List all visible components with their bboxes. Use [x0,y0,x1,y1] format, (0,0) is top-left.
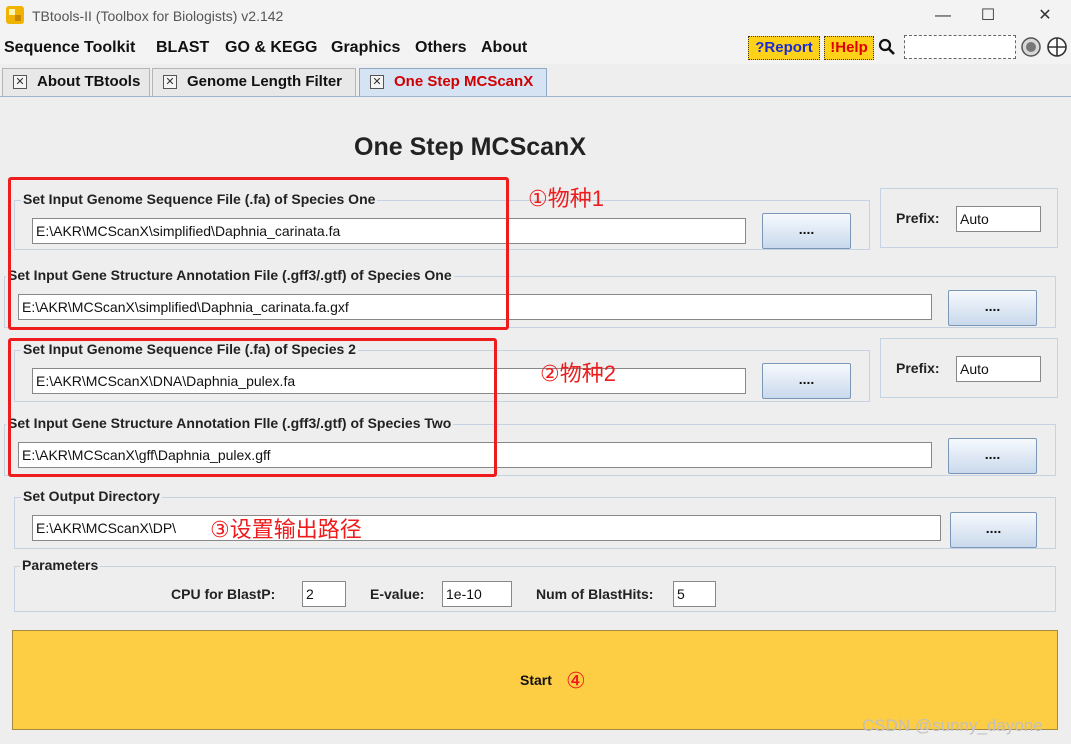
tab-label: One Step MCScanX [394,73,534,90]
species-two-highlight-box [8,338,497,477]
annotation-species-one: ①物种1 [528,186,604,211]
output-directory-field[interactable]: E:\AKR\MCScanX\DP\ [32,515,941,541]
tab-label: Genome Length Filter [187,73,343,90]
species-one-prefix-label: Prefix: [896,210,940,226]
tab-close-icon[interactable]: ✕ [163,75,177,89]
output-directory-label: Set Output Directory [21,488,162,504]
menu-others[interactable]: Others [415,39,467,57]
species-two-prefix-label: Prefix: [896,360,940,376]
search-icon[interactable] [878,38,896,56]
annotation-start: ④ [566,668,586,693]
cpu-field[interactable]: 2 [302,581,346,607]
close-button[interactable]: ✕ [1022,4,1068,28]
annotation-output-path: ③设置输出路径 [210,517,362,542]
species-two-annotation-browse-button[interactable]: .... [948,438,1037,474]
output-directory-browse-button[interactable]: .... [950,512,1037,548]
search-input[interactable] [904,35,1016,59]
species-one-annotation-browse-button[interactable]: .... [948,290,1037,326]
species-one-genome-browse-button[interactable]: .... [762,213,851,249]
blast-hits-field[interactable]: 5 [673,581,716,607]
tab-genome-length-filter[interactable]: ✕ Genome Length Filter [152,68,356,96]
species-two-genome-browse-button[interactable]: .... [762,363,851,399]
tab-close-icon[interactable]: ✕ [370,75,384,89]
menu-blast[interactable]: BLAST [156,39,209,57]
report-button[interactable]: ?Report [748,36,820,60]
grid-icon[interactable] [1046,36,1068,58]
blast-hits-label: Num of BlastHits: [536,586,654,602]
menu-sequence-toolkit[interactable]: Sequence Toolkit [4,39,135,57]
watermark: CSDN @sunny_dayone [862,716,1043,735]
tab-one-step-mcscanx[interactable]: ✕ One Step MCScanX [359,68,547,96]
minimize-button[interactable]: — [920,4,966,28]
tab-close-icon[interactable]: ✕ [13,75,27,89]
annotation-species-two: ②物种2 [540,361,616,386]
record-icon[interactable] [1020,36,1042,58]
menu-go-kegg[interactable]: GO & KEGG [225,39,317,57]
menu-graphics[interactable]: Graphics [331,39,400,57]
page-title: One Step MCScanX [354,133,586,161]
help-button[interactable]: !Help [824,36,874,60]
evalue-field[interactable]: 1e-10 [442,581,512,607]
parameters-label: Parameters [20,557,101,573]
evalue-label: E-value: [370,586,425,602]
app-logo-icon [6,6,24,24]
tab-about-tbtools[interactable]: ✕ About TBtools [2,68,150,96]
species-two-prefix-field[interactable]: Auto [956,356,1041,382]
window-title: TBtools-II (Toolbox for Biologists) v2.1… [32,8,284,24]
cpu-label: CPU for BlastP: [171,586,276,602]
species-one-highlight-box [8,177,509,330]
tab-label: About TBtools [37,73,141,90]
menu-about[interactable]: About [481,39,527,57]
maximize-button[interactable]: ☐ [965,4,1011,28]
species-one-prefix-field[interactable]: Auto [956,206,1041,232]
start-button-label: Start [520,672,552,688]
